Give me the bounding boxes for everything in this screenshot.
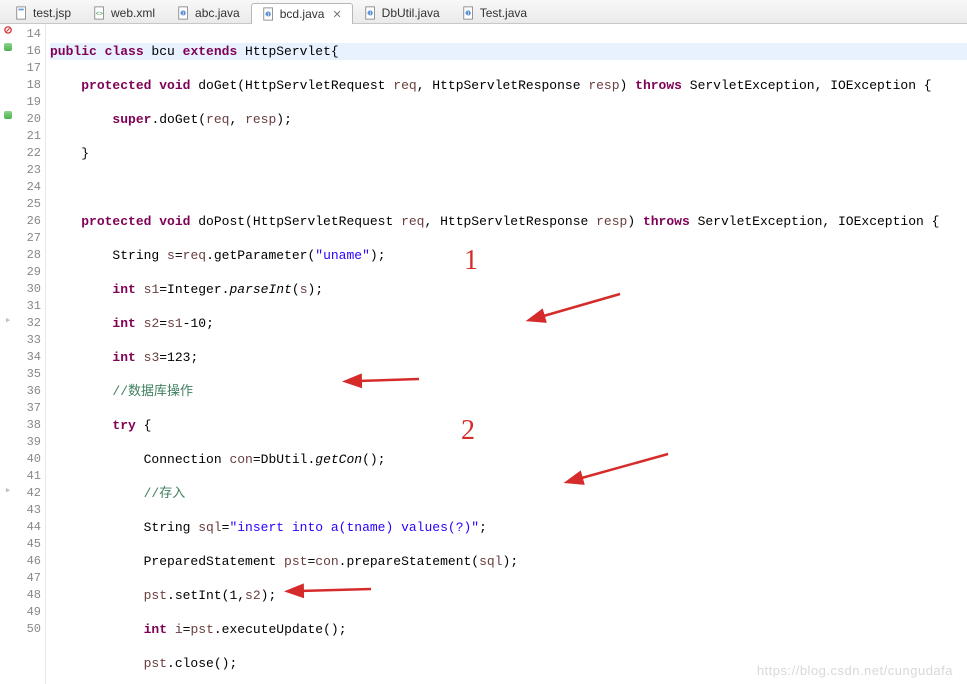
svg-text:J: J [266,13,269,19]
code-line[interactable]: PreparedStatement pst=con.prepareStateme… [50,553,967,570]
line-number: 48 [16,587,41,604]
line-number: 27 [16,230,41,247]
code-line[interactable]: try { [50,417,967,434]
code-line[interactable]: super.doGet(req, resp); [50,111,967,128]
line-number: 34 [16,349,41,366]
line-number: 29 [16,264,41,281]
override-marker [0,109,16,126]
line-number: 14 [16,26,41,43]
tab-test-java[interactable]: J Test.java [451,2,538,23]
line-number: 44 [16,519,41,536]
tab-label: Test.java [480,6,527,20]
code-line[interactable]: String sql="insert into a(tname) values(… [50,519,967,536]
close-icon[interactable]: ✕ [332,8,341,21]
error-marker: ⊘ [0,24,16,41]
line-number: 20 [16,111,41,128]
line-number: 45 [16,536,41,553]
line-number: 43 [16,502,41,519]
line-number: 47 [16,570,41,587]
code-line[interactable]: Connection con=DbUtil.getCon(); [50,451,967,468]
line-number: 30 [16,281,41,298]
line-number: 22 [16,145,41,162]
code-line[interactable] [50,179,967,196]
line-number: 24 [16,179,41,196]
line-number: 46 [16,553,41,570]
line-number: 25 [16,196,41,213]
code-line[interactable]: //存入 [50,485,967,502]
line-number: 28 [16,247,41,264]
tab-label: bcd.java [280,7,325,21]
tab-label: abc.java [195,6,240,20]
code-line[interactable]: protected void doPost(HttpServletRequest… [50,213,967,230]
info-marker: ▸ [0,313,16,330]
svg-text:J: J [368,12,371,18]
line-number: 17 [16,60,41,77]
code-line[interactable]: } [50,145,967,162]
code-line[interactable]: pst.setInt(1,s2); [50,587,967,604]
code-line[interactable]: public class bcu extends HttpServlet{ [50,43,967,60]
code-line[interactable]: pst.close(); [50,655,967,672]
info-marker: ▸ [0,483,16,500]
line-number: 39 [16,434,41,451]
line-number: 23 [16,162,41,179]
code-line[interactable]: int s1=Integer.parseInt(s); [50,281,967,298]
line-number: 50 [16,621,41,638]
line-number: 35 [16,366,41,383]
line-number: 42 [16,485,41,502]
code-editor[interactable]: ⊘ ▸ ▸ 14 16 17 18 19 20 21 22 23 24 25 2… [0,24,967,684]
editor-tabs: test.jsp <> web.xml J abc.java J bcd.jav… [0,0,967,24]
code-line[interactable]: protected void doGet(HttpServletRequest … [50,77,967,94]
svg-text:J: J [466,12,469,18]
code-area[interactable]: public class bcu extends HttpServlet{ pr… [46,24,967,684]
tab-dbutil-java[interactable]: J DbUtil.java [353,2,451,23]
xml-file-icon: <> [93,6,107,20]
tab-bcd-java[interactable]: J bcd.java ✕ [251,3,353,24]
tab-test-jsp[interactable]: test.jsp [4,2,82,23]
override-marker [0,41,16,58]
line-number: 21 [16,128,41,145]
jsp-file-icon [15,6,29,20]
line-number: 32 [16,315,41,332]
java-file-icon: J [364,6,378,20]
svg-text:J: J [181,12,184,18]
line-number: 26 [16,213,41,230]
code-line[interactable]: int s2=s1-10; [50,315,967,332]
line-number: 49 [16,604,41,621]
line-number: 36 [16,383,41,400]
line-number: 33 [16,332,41,349]
tab-label: test.jsp [33,6,71,20]
tab-label: web.xml [111,6,155,20]
code-line[interactable]: int s3=123; [50,349,967,366]
svg-text:<>: <> [96,11,104,18]
java-file-icon: J [462,6,476,20]
code-line[interactable]: //数据库操作 [50,383,967,400]
tab-abc-java[interactable]: J abc.java [166,2,251,23]
line-number: 16 [16,43,41,60]
line-number: 38 [16,417,41,434]
line-number: 18 [16,77,41,94]
tab-label: DbUtil.java [382,6,440,20]
line-number: 31 [16,298,41,315]
java-file-icon: J [177,6,191,20]
line-number: 40 [16,451,41,468]
java-file-icon: J [262,7,276,21]
line-number: 41 [16,468,41,485]
gutter-markers: ⊘ ▸ ▸ [0,24,16,684]
code-line[interactable]: int i=pst.executeUpdate(); [50,621,967,638]
tab-web-xml[interactable]: <> web.xml [82,2,166,23]
code-line[interactable]: String s=req.getParameter("uname"); [50,247,967,264]
line-number-gutter: 14 16 17 18 19 20 21 22 23 24 25 26 27 2… [16,24,46,684]
line-number: 37 [16,400,41,417]
line-number: 19 [16,94,41,111]
